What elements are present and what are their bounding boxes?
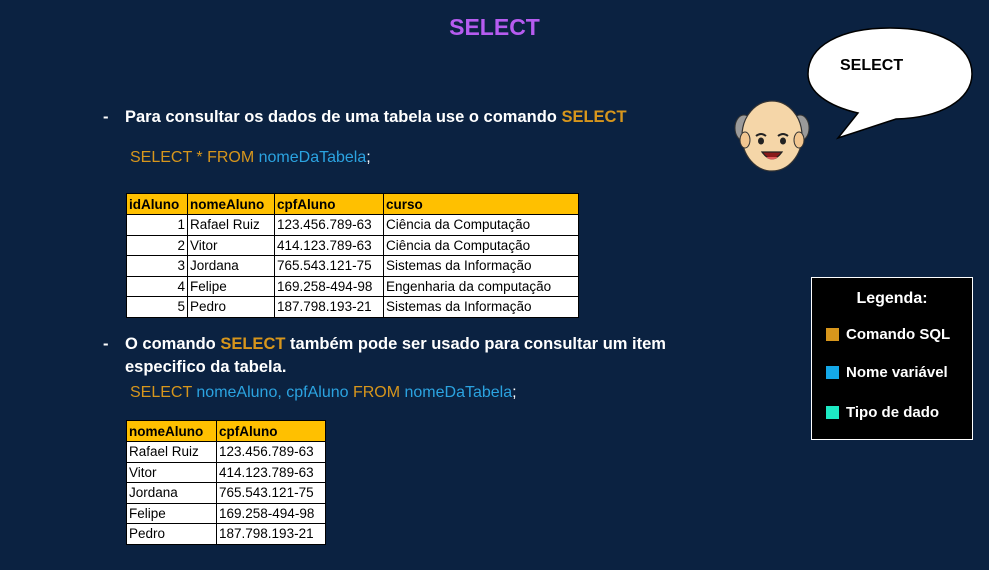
legend-item-data-type: Tipo de dado bbox=[826, 404, 939, 421]
blue-swatch-icon bbox=[826, 366, 839, 379]
table-cell: Ciência da Computação bbox=[383, 214, 579, 236]
table-row: Felipe 169.258-494-98 bbox=[126, 502, 326, 524]
section1-code: SELECT * FROM nomeDaTabela; bbox=[130, 149, 371, 167]
table-cell: 3 bbox=[126, 255, 188, 277]
table-cell: Pedro bbox=[187, 296, 275, 318]
table-cell: 169.258-494-98 bbox=[274, 275, 384, 297]
table-header: nomeAluno bbox=[187, 193, 275, 215]
table-cell: Sistemas da Informação bbox=[383, 296, 579, 318]
students-subset-table: nomeAluno cpfAluno Rafael Ruiz 123.456.7… bbox=[126, 420, 326, 545]
section2-keyword: SELECT bbox=[220, 335, 286, 353]
table-header-row: nomeAluno cpfAluno bbox=[126, 420, 326, 442]
old-man-face-icon bbox=[734, 100, 810, 172]
table-row: Jordana 765.543.121-75 bbox=[126, 482, 326, 504]
code-end: ; bbox=[512, 384, 517, 401]
table-cell: 169.258-494-98 bbox=[216, 502, 326, 524]
code-variable: nomeDaTabela bbox=[404, 384, 513, 401]
legend-item-label: Tipo de dado bbox=[846, 404, 940, 421]
legend-box: Legenda: Comando SQL Nome variável Tipo … bbox=[811, 277, 973, 440]
table-row: 4 Felipe 169.258-494-98 Engenharia da co… bbox=[126, 275, 579, 297]
table-row: Vitor 414.123.789-63 bbox=[126, 461, 326, 483]
speech-bubble-text: SELECT bbox=[840, 57, 904, 74]
orange-swatch-icon bbox=[826, 328, 839, 341]
legend-title: Legenda: bbox=[856, 290, 928, 307]
legend-item-label: Nome variável bbox=[846, 364, 948, 381]
legend-item-label: Comando SQL bbox=[846, 326, 951, 343]
table-header-row: idAluno nomeAluno cpfAluno curso bbox=[126, 193, 579, 215]
table-cell: Pedro bbox=[126, 523, 217, 545]
section2-text-prefix: O comando bbox=[125, 335, 221, 353]
section1-text: - Para consultar os dados de uma tabela … bbox=[103, 106, 627, 129]
table-cell: 414.123.789-63 bbox=[216, 461, 326, 483]
table-header: cpfAluno bbox=[216, 420, 326, 442]
table-cell: Ciência da Computação bbox=[383, 234, 579, 256]
table-cell: 5 bbox=[126, 296, 188, 318]
table-cell: Engenharia da computação bbox=[383, 275, 579, 297]
table-cell: 4 bbox=[126, 275, 188, 297]
table-header: curso bbox=[383, 193, 579, 215]
table-cell: Vitor bbox=[126, 461, 217, 483]
students-table: idAluno nomeAluno cpfAluno curso 1 Rafae… bbox=[126, 193, 579, 318]
table-header: nomeAluno bbox=[126, 420, 217, 442]
code-keyword: FROM bbox=[352, 384, 405, 401]
legend-item-sql-command: Comando SQL bbox=[826, 326, 950, 343]
code-keyword: SELECT * FROM bbox=[130, 149, 259, 166]
table-header: idAluno bbox=[126, 193, 188, 215]
table-cell: 765.543.121-75 bbox=[274, 255, 384, 277]
section2-text-suffix: também pode ser usado para consultar um … bbox=[285, 335, 666, 353]
table-cell: Sistemas da Informação bbox=[383, 255, 579, 277]
section2-text-line2: especifico da tabela. bbox=[125, 358, 287, 376]
table-cell: 414.123.789-63 bbox=[274, 234, 384, 256]
table-row: 1 Rafael Ruiz 123.456.789-63 Ciência da … bbox=[126, 214, 579, 236]
table-cell: Felipe bbox=[126, 502, 217, 524]
table-cell: Jordana bbox=[126, 482, 217, 504]
table-row: 5 Pedro 187.798.193-21 Sistemas da Infor… bbox=[126, 296, 579, 318]
bullet-dash: - bbox=[103, 335, 109, 353]
speech-bubble-icon bbox=[807, 27, 973, 140]
table-cell: Vitor bbox=[187, 234, 275, 256]
code-variable: nomeDaTabela bbox=[258, 149, 367, 166]
section1-text-prefix: Para consultar os dados de uma tabela us… bbox=[125, 108, 562, 126]
table-cell: Felipe bbox=[187, 275, 275, 297]
table-header: cpfAluno bbox=[274, 193, 384, 215]
legend-item-variable-name: Nome variável bbox=[826, 364, 948, 381]
section2-text: - O comando SELECT também pode ser usado… bbox=[103, 333, 745, 379]
code-end: ; bbox=[366, 149, 371, 166]
table-cell: 187.798.193-21 bbox=[216, 523, 326, 545]
table-cell: Rafael Ruiz bbox=[126, 441, 217, 463]
table-row: 2 Vitor 414.123.789-63 Ciência da Comput… bbox=[126, 234, 579, 256]
table-cell: Rafael Ruiz bbox=[187, 214, 275, 236]
section1-keyword: SELECT bbox=[561, 108, 627, 126]
section2-code: SELECT nomeAluno, cpfAluno FROM nomeDaTa… bbox=[130, 384, 517, 402]
table-cell: 187.798.193-21 bbox=[274, 296, 384, 318]
table-row: 3 Jordana 765.543.121-75 Sistemas da Inf… bbox=[126, 255, 579, 277]
cyan-swatch-icon bbox=[826, 406, 839, 419]
table-row: Pedro 187.798.193-21 bbox=[126, 523, 326, 545]
table-cell: 123.456.789-63 bbox=[216, 441, 326, 463]
table-cell: 765.543.121-75 bbox=[216, 482, 326, 504]
table-cell: 1 bbox=[126, 214, 188, 236]
table-cell: 2 bbox=[126, 234, 188, 256]
code-keyword: SELECT bbox=[130, 384, 197, 401]
table-row: Rafael Ruiz 123.456.789-63 bbox=[126, 441, 326, 463]
table-cell: 123.456.789-63 bbox=[274, 214, 384, 236]
bullet-dash: - bbox=[103, 108, 109, 126]
code-variables: nomeAluno, cpfAluno bbox=[196, 384, 353, 401]
table-cell: Jordana bbox=[187, 255, 275, 277]
